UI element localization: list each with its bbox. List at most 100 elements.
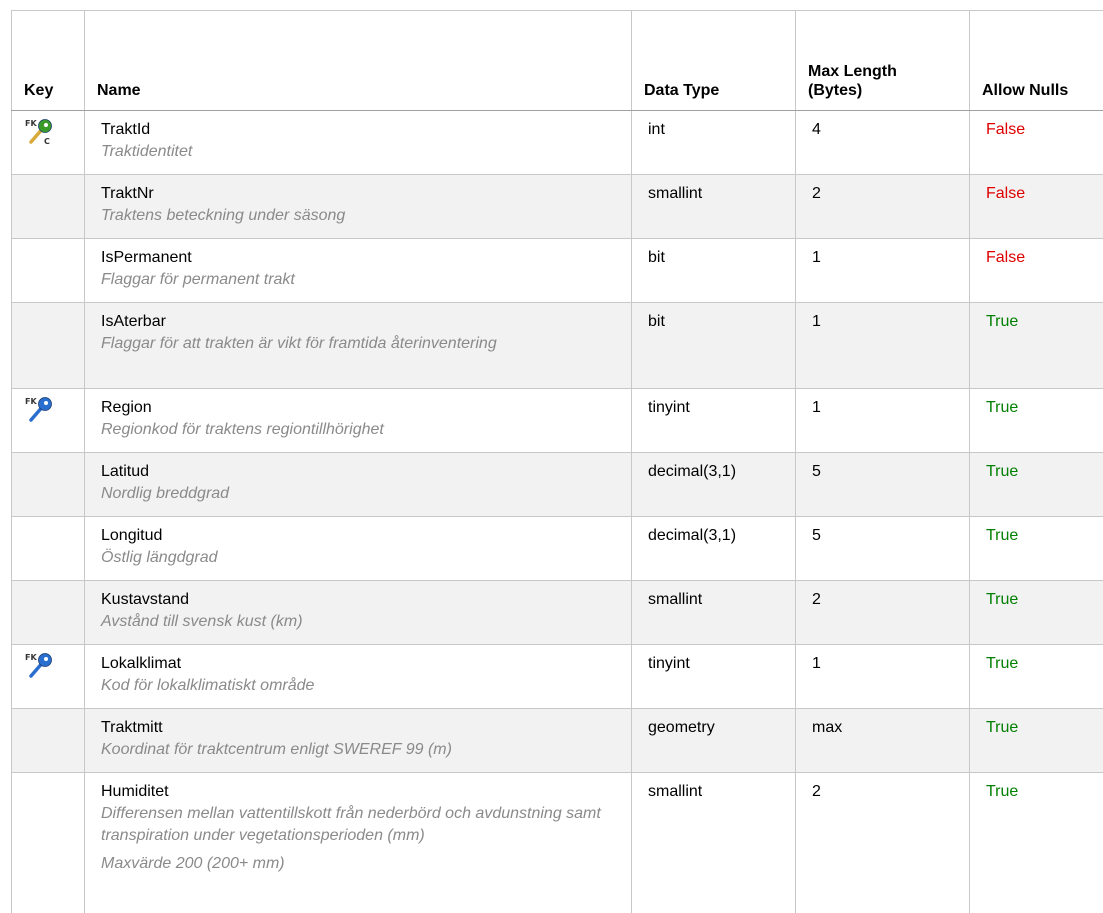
allow-nulls-cell: False: [970, 239, 1103, 303]
data-type-cell: decimal(3,1): [632, 453, 796, 517]
column-description: Traktens beteckning under säsong: [101, 205, 631, 227]
name-cell: HumiditetDifferensen mellan vattentillsk…: [85, 773, 632, 913]
svg-text:FK: FK: [25, 397, 37, 406]
key-cell: [12, 517, 85, 581]
table-row: FKCTraktIdTraktidentitetint4False: [12, 111, 1103, 175]
column-name: IsAterbar: [101, 311, 631, 333]
key-cell: [12, 709, 85, 773]
data-type-cell: smallint: [632, 175, 796, 239]
column-note: Maxvärde 200 (200+ mm): [101, 853, 631, 875]
pk-fk-key-icon: FK C: [24, 117, 56, 147]
header-max-length-line1: Max Length: [808, 63, 897, 80]
table-row: KustavstandAvstånd till svensk kust (km)…: [12, 581, 1103, 645]
table-row: IsPermanentFlaggar för permanent traktbi…: [12, 239, 1103, 303]
column-name: Traktmitt: [101, 717, 631, 739]
max-length-cell: 2: [796, 773, 970, 913]
column-description: Nordlig breddgrad: [101, 483, 631, 505]
header-allow-nulls: Allow Nulls: [970, 11, 1103, 111]
column-name: Kustavstand: [101, 589, 631, 611]
table-row: FK RegionRegionkod för traktens regiontil…: [12, 389, 1103, 453]
data-type-cell: bit: [632, 239, 796, 303]
header-row: Key Name Data Type Max Length(Bytes) All…: [12, 11, 1103, 111]
name-cell: TraktNrTraktens beteckning under säsong: [85, 175, 632, 239]
table-row: TraktmittKoordinat för traktcentrum enli…: [12, 709, 1103, 773]
name-cell: KustavstandAvstånd till svensk kust (km): [85, 581, 632, 645]
key-cell: FK C: [12, 111, 85, 175]
fk-key-icon: FK: [24, 395, 56, 425]
column-description: Differensen mellan vattentillskott från …: [101, 803, 631, 847]
column-name: TraktNr: [101, 183, 631, 205]
header-name: Name: [85, 11, 632, 111]
header-max-length-line2: (Bytes): [808, 82, 862, 99]
allow-nulls-cell: True: [970, 581, 1103, 645]
page: Key Name Data Type Max Length(Bytes) All…: [0, 0, 1103, 905]
data-type-cell: bit: [632, 303, 796, 389]
max-length-cell: 1: [796, 645, 970, 709]
data-type-cell: smallint: [632, 773, 796, 913]
name-cell: LongitudÖstlig längdgrad: [85, 517, 632, 581]
column-description: Östlig längdgrad: [101, 547, 631, 569]
column-description: Kod för lokalklimatiskt område: [101, 675, 631, 697]
name-cell: IsAterbarFlaggar för att trakten är vikt…: [85, 303, 632, 389]
columns-table: Key Name Data Type Max Length(Bytes) All…: [11, 10, 1103, 913]
column-description: Avstånd till svensk kust (km): [101, 611, 631, 633]
name-cell: LokalklimatKod för lokalklimatiskt områd…: [85, 645, 632, 709]
table-row: TraktNrTraktens beteckning under säsongs…: [12, 175, 1103, 239]
column-name: Latitud: [101, 461, 631, 483]
max-length-cell: 5: [796, 453, 970, 517]
svg-text:FK: FK: [25, 119, 37, 128]
column-description: Koordinat för traktcentrum enligt SWEREF…: [101, 739, 631, 761]
table-row: FK LokalklimatKod för lokalklimatiskt omr…: [12, 645, 1103, 709]
key-cell: [12, 773, 85, 913]
max-length-cell: 1: [796, 389, 970, 453]
allow-nulls-cell: True: [970, 645, 1103, 709]
allow-nulls-cell: True: [970, 453, 1103, 517]
data-type-cell: smallint: [632, 581, 796, 645]
key-cell: FK: [12, 645, 85, 709]
allow-nulls-cell: True: [970, 303, 1103, 389]
allow-nulls-cell: True: [970, 773, 1103, 913]
column-name: TraktId: [101, 119, 631, 141]
column-description: Traktidentitet: [101, 141, 631, 163]
allow-nulls-cell: True: [970, 389, 1103, 453]
column-name: Lokalklimat: [101, 653, 631, 675]
key-cell: [12, 453, 85, 517]
name-cell: RegionRegionkod för traktens regiontillh…: [85, 389, 632, 453]
header-data-type: Data Type: [632, 11, 796, 111]
column-name: IsPermanent: [101, 247, 631, 269]
column-description: Regionkod för traktens regiontillhörighe…: [101, 419, 631, 441]
data-type-cell: int: [632, 111, 796, 175]
max-length-cell: 2: [796, 581, 970, 645]
allow-nulls-cell: False: [970, 175, 1103, 239]
column-name: Region: [101, 397, 631, 419]
column-description: Flaggar för att trakten är vikt för fram…: [101, 333, 631, 355]
svg-text:FK: FK: [25, 653, 37, 662]
data-type-cell: decimal(3,1): [632, 517, 796, 581]
table-row: LongitudÖstlig längdgraddecimal(3,1)5Tru…: [12, 517, 1103, 581]
max-length-cell: 2: [796, 175, 970, 239]
name-cell: TraktmittKoordinat för traktcentrum enli…: [85, 709, 632, 773]
max-length-cell: max: [796, 709, 970, 773]
fk-key-icon: FK: [24, 651, 56, 681]
key-cell: [12, 239, 85, 303]
allow-nulls-cell: True: [970, 517, 1103, 581]
key-cell: FK: [12, 389, 85, 453]
key-cell: [12, 175, 85, 239]
data-type-cell: geometry: [632, 709, 796, 773]
max-length-cell: 1: [796, 303, 970, 389]
column-name: Humiditet: [101, 781, 631, 803]
header-max-length: Max Length (Bytes): [796, 11, 970, 111]
name-cell: TraktIdTraktidentitet: [85, 111, 632, 175]
column-description: Flaggar för permanent trakt: [101, 269, 631, 291]
key-cell: [12, 581, 85, 645]
table-row: LatitudNordlig breddgraddecimal(3,1)5Tru…: [12, 453, 1103, 517]
name-cell: IsPermanentFlaggar för permanent trakt: [85, 239, 632, 303]
allow-nulls-cell: True: [970, 709, 1103, 773]
svg-text:C: C: [44, 137, 50, 146]
column-name: Longitud: [101, 525, 631, 547]
max-length-cell: 5: [796, 517, 970, 581]
max-length-cell: 4: [796, 111, 970, 175]
data-type-cell: tinyint: [632, 389, 796, 453]
table-row: IsAterbarFlaggar för att trakten är vikt…: [12, 303, 1103, 389]
max-length-cell: 1: [796, 239, 970, 303]
